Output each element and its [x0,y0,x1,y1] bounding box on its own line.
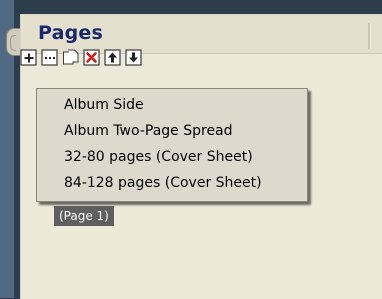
menu-item-album-two-page-spread[interactable]: Album Two-Page Spread [64,123,233,139]
add-page-icon [20,49,38,67]
duplicate-page-icon [62,49,80,67]
move-down-button[interactable] [125,49,143,67]
panel-title: Pages [38,22,104,44]
tab-grip [10,35,16,51]
move-up-icon [104,49,122,67]
menu-item-84-128-pages[interactable]: 84-128 pages (Cover Sheet) [64,175,262,191]
menu-item-32-80-pages[interactable]: 32-80 pages (Cover Sheet) [64,149,253,165]
header-divider [368,23,371,49]
page-options-icon [41,49,59,67]
menu-item-album-side[interactable]: Album Side [64,97,144,113]
move-up-button[interactable] [104,49,122,67]
page-options-button[interactable] [41,49,59,67]
move-down-icon [125,49,143,67]
delete-page-button[interactable] [83,49,101,67]
add-page-button[interactable] [20,49,38,67]
duplicate-page-button[interactable] [62,49,80,67]
pages-toolbar [20,49,143,69]
add-page-dropdown-menu: Album Side Album Two-Page Spread 32-80 p… [36,88,308,202]
delete-page-icon [83,49,101,67]
page-1-thumbnail-label[interactable]: (Page 1) [54,206,114,226]
